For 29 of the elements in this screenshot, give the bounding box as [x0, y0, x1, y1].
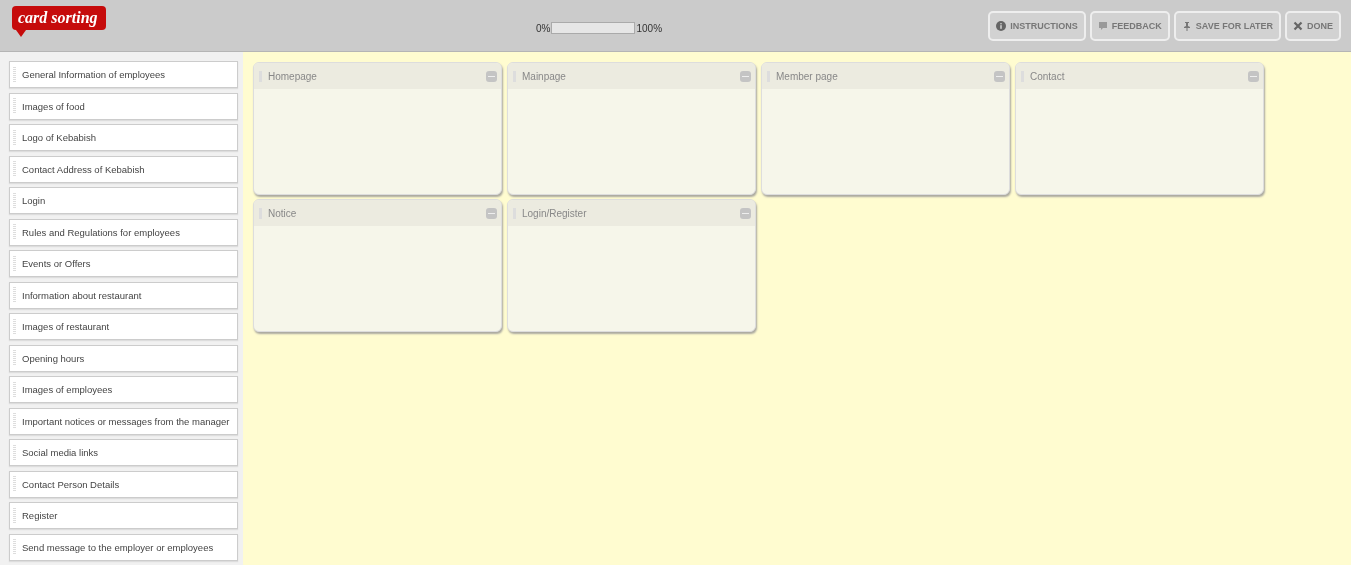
minimize-icon[interactable] [740, 70, 751, 82]
card-item[interactable]: Register [9, 502, 238, 529]
minimize-icon[interactable] [994, 70, 1005, 82]
speech-bubble-icon [1097, 20, 1108, 31]
logo: card sorting [12, 6, 106, 37]
card-item[interactable]: Opening hours [9, 344, 238, 372]
close-icon [1293, 20, 1303, 31]
card-item[interactable]: Rules and Regulations for employees [9, 218, 238, 246]
card-item[interactable]: Social media links [9, 439, 238, 466]
card-item[interactable]: Login [9, 187, 238, 214]
card-item[interactable]: Important notices or messages from the manager [9, 407, 238, 435]
card-item[interactable]: Contact Address of Kebabish [9, 155, 238, 183]
card-item[interactable]: Contact Person Details [9, 470, 238, 498]
card-item[interactable]: Information about restaurant [9, 281, 238, 309]
info-icon [996, 20, 1007, 31]
card-item[interactable]: Logo of Kebabish [9, 124, 238, 151]
progress-start-label: 0% [536, 22, 551, 34]
card-item[interactable]: Images of restaurant [9, 313, 238, 340]
progress-end-label: 100% [636, 22, 663, 34]
card-item[interactable]: Images of employees [9, 376, 238, 403]
minimize-icon[interactable] [486, 70, 497, 82]
minimize-icon[interactable] [1248, 70, 1259, 82]
card-item[interactable]: General Information of employees [9, 61, 238, 88]
minimize-icon[interactable] [486, 207, 497, 219]
card-item[interactable]: Events or Offers [9, 250, 238, 277]
card-item[interactable]: Send message to the employer or employees [9, 533, 238, 561]
card-item[interactable]: Images of food [9, 92, 238, 120]
minimize-icon[interactable] [740, 207, 751, 219]
pin-icon [1181, 20, 1192, 31]
